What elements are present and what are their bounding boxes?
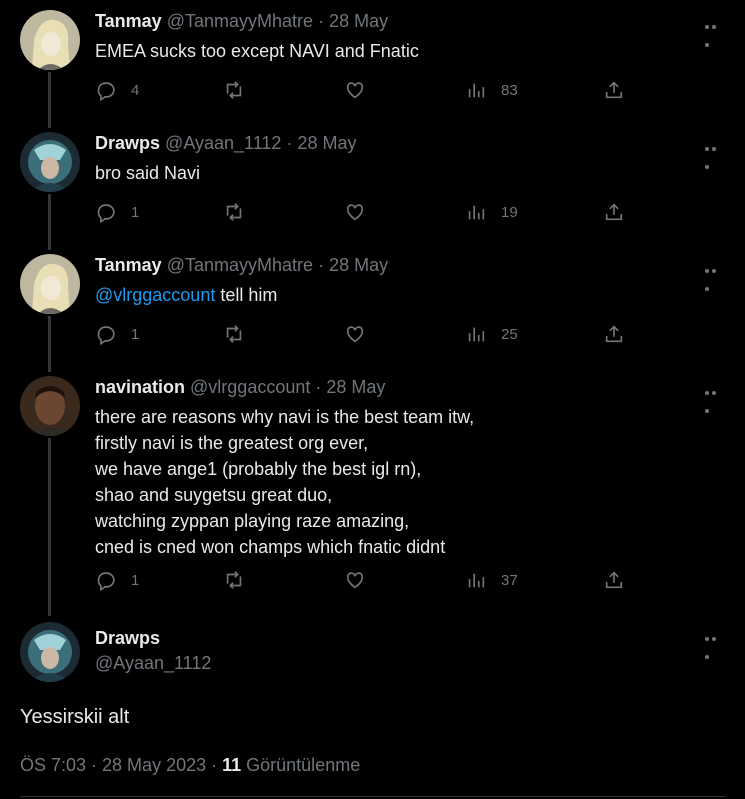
more-icon[interactable] [705, 260, 725, 291]
more-icon[interactable] [705, 628, 725, 659]
reply-button[interactable]: 1 [95, 200, 139, 224]
avatar[interactable] [20, 254, 80, 314]
like-button[interactable] [344, 200, 366, 224]
author-name[interactable]: navination [95, 377, 185, 397]
views-count: 11 [222, 755, 242, 775]
views-icon [468, 205, 485, 220]
author-name[interactable]: Drawps [95, 628, 211, 649]
like-button[interactable] [344, 78, 366, 102]
tweet[interactable]: Drawps @Ayaan_1112 · 28 May bro said Nav… [0, 132, 745, 244]
share-icon [605, 203, 623, 221]
divider [20, 796, 725, 797]
retweet-icon [226, 81, 242, 99]
tweet-date[interactable]: · 28 May [318, 255, 388, 275]
tweet[interactable]: Tanmay @TanmayyMhatre · 28 May EMEA suck… [0, 10, 745, 122]
share-icon [605, 325, 623, 343]
author-handle[interactable]: @TanmayyMhatre [167, 255, 313, 275]
tweet-timestamp: ÖS 7:03 · 28 May 2023 · 11 Görüntülenme [20, 755, 360, 776]
like-icon [346, 204, 364, 221]
tweet-actions: 1 19 [95, 200, 635, 224]
tweet-date[interactable]: · 28 May [315, 377, 385, 397]
retweet-button[interactable] [223, 200, 245, 224]
like-button[interactable] [344, 568, 366, 592]
more-icon[interactable] [705, 382, 725, 413]
avatar[interactable] [20, 10, 80, 70]
more-icon[interactable] [705, 138, 725, 169]
reply-button[interactable]: 4 [95, 78, 139, 102]
share-button[interactable] [603, 78, 625, 102]
share-icon [605, 571, 623, 589]
tweet-date[interactable]: · 28 May [286, 133, 356, 153]
reply-count: 1 [131, 325, 140, 343]
views-button[interactable]: 83 [465, 78, 518, 102]
views-icon [468, 83, 485, 98]
mention-link[interactable]: @vlrggaccount [95, 285, 215, 305]
main-tweet: Drawps @Ayaan_1112 Yessirskii alt ÖS 7:0… [0, 622, 745, 799]
tweet[interactable]: Tanmay @TanmayyMhatre · 28 May @vlrggacc… [0, 254, 745, 366]
reply-button[interactable]: 1 [95, 322, 139, 346]
views-icon [468, 327, 485, 342]
retweet-button[interactable] [223, 322, 245, 346]
author-name[interactable]: Tanmay [95, 255, 162, 275]
tweet-time[interactable]: ÖS 7:03 · 28 May 2023 · [20, 755, 222, 775]
reply-count: 1 [131, 571, 140, 589]
like-button[interactable] [344, 322, 366, 346]
share-button[interactable] [603, 322, 625, 346]
retweet-button[interactable] [223, 568, 245, 592]
tweet-text: @vlrggaccount tell him [95, 282, 277, 308]
author-name[interactable]: Drawps [95, 133, 160, 153]
reply-button[interactable]: 1 [95, 568, 139, 592]
more-icon[interactable] [705, 16, 725, 47]
views-button[interactable]: 25 [465, 322, 518, 346]
like-icon [346, 82, 364, 99]
author-handle[interactable]: @TanmayyMhatre [167, 11, 313, 31]
avatar[interactable] [20, 376, 80, 436]
author-handle[interactable]: @Ayaan_1112 [165, 133, 281, 153]
tweet-actions: 4 83 [95, 78, 635, 102]
share-button[interactable] [603, 200, 625, 224]
tweet-date[interactable]: · 28 May [318, 11, 388, 31]
views-count: 25 [501, 325, 518, 343]
reply-count: 1 [131, 203, 140, 221]
views-count: 37 [501, 571, 518, 589]
tweet-text: Yessirskii alt [20, 706, 130, 728]
tweet-text: EMEA sucks too except NAVI and Fnatic [95, 41, 419, 61]
tweet[interactable]: navination @vlrggaccount · 28 May there … [0, 376, 745, 606]
like-icon [346, 572, 364, 589]
views-button[interactable]: 19 [465, 200, 518, 224]
views-count: 19 [501, 203, 518, 221]
avatar[interactable] [20, 622, 80, 682]
views-button[interactable]: 37 [465, 568, 518, 592]
retweet-icon [226, 203, 242, 221]
tweet-text: bro said Navi [95, 163, 201, 183]
like-icon [346, 326, 364, 343]
tweet-text: there are reasons why navi is the best t… [95, 407, 475, 557]
author-name[interactable]: Tanmay [95, 11, 162, 31]
retweet-icon [226, 325, 242, 343]
views-icon [468, 573, 485, 588]
author-handle[interactable]: @Ayaan_1112 [95, 653, 211, 674]
reply-count: 4 [131, 81, 140, 99]
retweet-button[interactable] [223, 78, 245, 102]
retweet-icon [226, 571, 242, 589]
reply-icon [97, 82, 115, 101]
reply-icon [97, 572, 115, 591]
share-icon [605, 81, 623, 99]
tweet-text-rest: tell him [215, 285, 278, 305]
reply-icon [97, 204, 115, 223]
views-count: 83 [501, 81, 518, 99]
reply-icon [97, 326, 115, 345]
tweet-actions: 1 25 [95, 322, 635, 346]
avatar[interactable] [20, 132, 80, 192]
author-handle[interactable]: @vlrggaccount [190, 377, 310, 397]
tweet-actions: 1 37 [95, 568, 635, 592]
share-button[interactable] [603, 568, 625, 592]
views-label: Görüntülenme [241, 755, 361, 775]
